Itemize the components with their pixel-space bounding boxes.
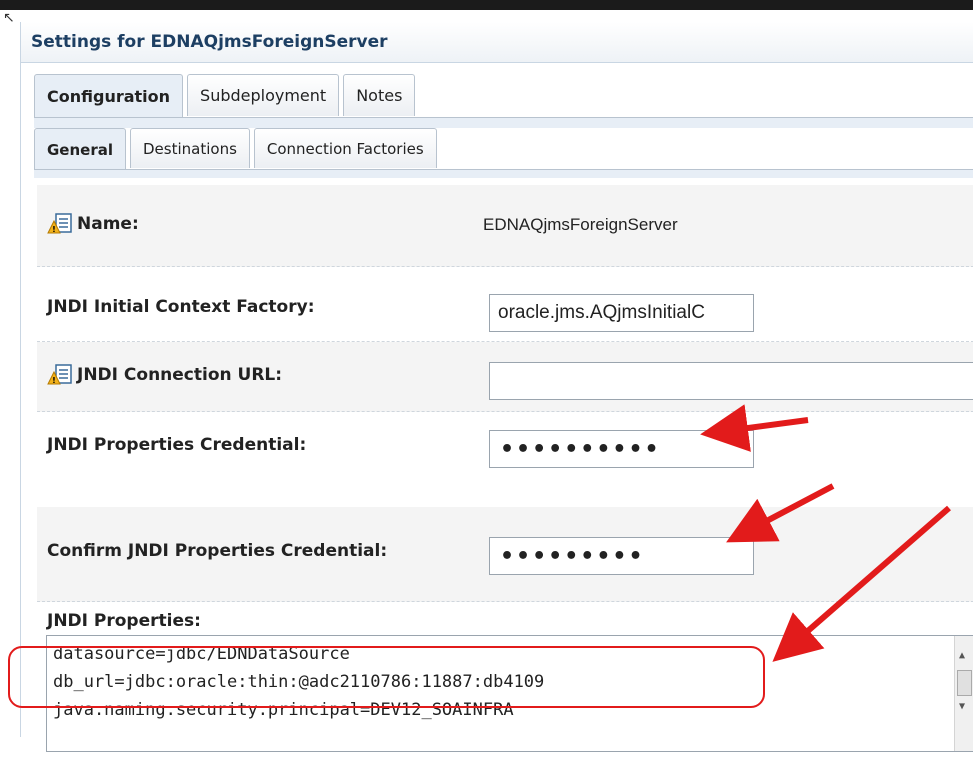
properties-line: db_url=jdbc:oracle:thin:@adc2110786:1188… <box>53 672 545 692</box>
panel-title: Settings for EDNAQjmsForeignServer <box>21 22 973 63</box>
initial-context-factory-input[interactable]: oracle.jms.AQjmsInitialC <box>489 294 754 332</box>
tab-notes[interactable]: Notes <box>343 74 416 116</box>
info-warning-icon: ! <box>47 213 72 234</box>
svg-text:!: ! <box>52 225 56 234</box>
properties-line: datasource=jdbc/EDNDataSource <box>53 644 350 664</box>
initial-context-factory-label: JNDI Initial Context Factory: <box>47 297 315 317</box>
settings-panel: Settings for EDNAQjmsForeignServer Confi… <box>20 22 973 752</box>
properties-credential-input[interactable]: •••••••••• <box>489 430 754 468</box>
tab-destinations[interactable]: Destinations <box>130 128 250 168</box>
tab-subdeployment[interactable]: Subdeployment <box>187 74 340 116</box>
properties-textarea[interactable]: datasource=jdbc/EDNDataSource db_url=jdb… <box>46 635 973 752</box>
info-warning-icon: ! <box>47 364 72 385</box>
form-row-connection-url: ! JNDI Connection URL: <box>37 342 973 412</box>
confirm-properties-credential-label: Confirm JNDI Properties Credential: <box>47 541 388 561</box>
connection-url-input[interactable] <box>489 362 973 400</box>
properties-scrollbar[interactable]: ▲ ▼ <box>954 636 973 751</box>
confirm-properties-credential-input[interactable]: ••••••••• <box>489 537 754 575</box>
secondary-tab-strip <box>34 169 973 178</box>
name-label-group: ! Name: <box>47 213 139 235</box>
window-top-bar <box>0 0 973 10</box>
svg-text:!: ! <box>52 376 56 385</box>
form-row-properties-credential: JNDI Properties Credential: •••••••••• <box>37 412 973 507</box>
connection-url-label: JNDI Connection URL: <box>77 365 283 385</box>
form-row-initial-context-factory: JNDI Initial Context Factory: oracle.jms… <box>37 267 973 342</box>
properties-credential-label: JNDI Properties Credential: <box>47 435 307 455</box>
form-row-name: ! Name: EDNAQjmsForeignServer <box>37 185 973 267</box>
name-value: EDNAQjmsForeignServer <box>483 215 678 234</box>
properties-label: JNDI Properties: <box>47 611 201 631</box>
tab-general[interactable]: General <box>34 128 126 170</box>
primary-tab-bar: Configuration Subdeployment Notes <box>34 74 416 118</box>
tab-configuration[interactable]: Configuration <box>34 74 184 118</box>
scroll-down-icon[interactable]: ▼ <box>959 693 965 721</box>
cursor-icon: ↖ <box>3 10 15 26</box>
properties-line: java.naming.security.principal=DEV12_SOA… <box>53 700 514 720</box>
scroll-up-icon[interactable]: ▲ <box>959 642 965 670</box>
tab-connection-factories[interactable]: Connection Factories <box>253 128 437 168</box>
primary-tab-strip <box>34 117 973 128</box>
secondary-tab-bar: General Destinations Connection Factorie… <box>34 128 437 170</box>
connection-url-label-group: ! JNDI Connection URL: <box>47 364 282 386</box>
name-label: Name: <box>77 214 139 234</box>
form-row-confirm-properties-credential: Confirm JNDI Properties Credential: ••••… <box>37 507 973 602</box>
